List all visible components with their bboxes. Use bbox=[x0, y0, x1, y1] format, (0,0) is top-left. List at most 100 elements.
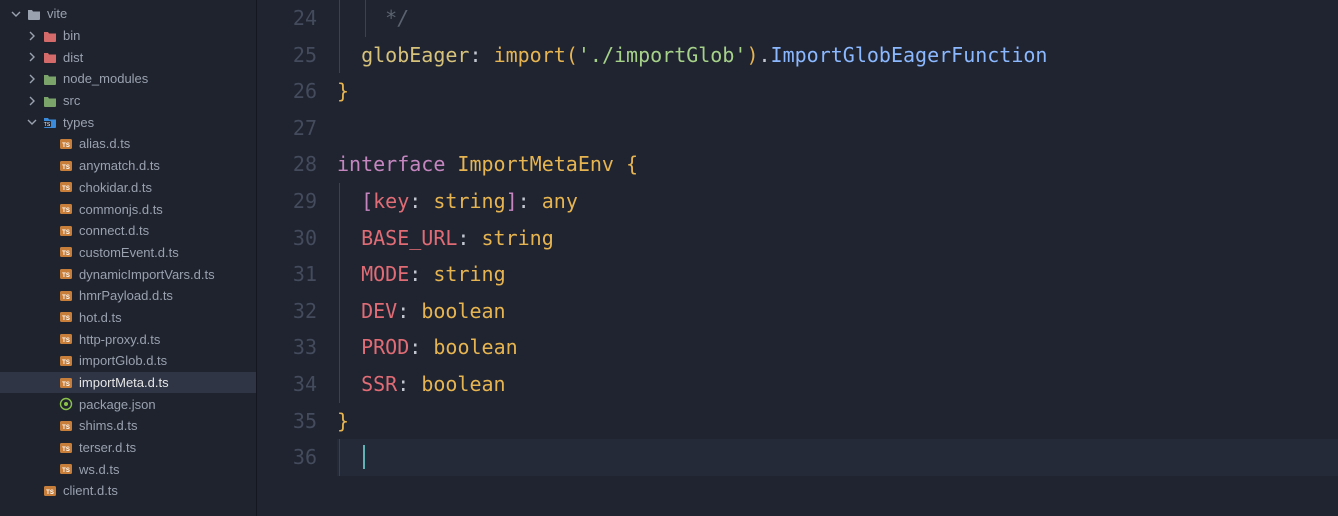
tree-item[interactable]: TSclient.d.ts bbox=[0, 480, 256, 502]
chevron-down-icon[interactable] bbox=[10, 8, 22, 20]
tree-item-label: types bbox=[63, 115, 94, 130]
line-number: 29 bbox=[257, 183, 317, 220]
tree-item-label: importMeta.d.ts bbox=[79, 375, 169, 390]
code-line[interactable]: interface ImportMetaEnv { bbox=[337, 146, 1338, 183]
ts-icon: TS bbox=[58, 223, 74, 239]
tree-item[interactable]: TS anymatch.d.ts bbox=[0, 155, 256, 177]
tree-item-label: package.json bbox=[79, 397, 156, 412]
folder-icon bbox=[42, 49, 58, 65]
tree-item[interactable]: TShttp-proxy.d.ts bbox=[0, 328, 256, 350]
ts-icon: TS bbox=[58, 440, 74, 456]
tree-item[interactable]: TSalias.d.ts bbox=[0, 133, 256, 155]
chevron-right-icon[interactable] bbox=[26, 51, 38, 63]
code-line[interactable]: BASE_URL: string bbox=[337, 220, 1338, 257]
tree-item[interactable]: TS hot.d.ts bbox=[0, 307, 256, 329]
ts-icon: TS bbox=[58, 353, 74, 369]
tree-item[interactable]: TS chokidar.d.ts bbox=[0, 177, 256, 199]
line-number: 36 bbox=[257, 439, 317, 476]
folder-icon bbox=[42, 93, 58, 109]
tree-item[interactable]: TS shims.d.ts bbox=[0, 415, 256, 437]
code-line[interactable]: [key: string]: any bbox=[337, 183, 1338, 220]
chevron-none bbox=[42, 420, 54, 432]
tree-item-label: node_modules bbox=[63, 71, 148, 86]
tree-item[interactable]: vite bbox=[0, 3, 256, 25]
svg-text:TS: TS bbox=[62, 295, 70, 301]
tree-item[interactable]: TS types bbox=[0, 111, 256, 133]
code-line[interactable]: } bbox=[337, 403, 1338, 440]
code-text: PROD: boolean bbox=[337, 335, 518, 359]
chevron-none bbox=[42, 203, 54, 215]
code-line[interactable]: MODE: string bbox=[337, 256, 1338, 293]
svg-text:TS: TS bbox=[62, 360, 70, 366]
tree-item-label: alias.d.ts bbox=[79, 136, 130, 151]
ts-icon: TS bbox=[58, 158, 74, 174]
tree-item-label: chokidar.d.ts bbox=[79, 180, 152, 195]
tree-item[interactable]: src bbox=[0, 90, 256, 112]
ts-icon: TS bbox=[58, 331, 74, 347]
code-line[interactable]: SSR: boolean bbox=[337, 366, 1338, 403]
line-number: 28 bbox=[257, 146, 317, 183]
ts-icon: TS bbox=[58, 179, 74, 195]
tree-item[interactable]: dist bbox=[0, 46, 256, 68]
tree-item-label: shims.d.ts bbox=[79, 418, 138, 433]
tree-item[interactable]: node_modules bbox=[0, 68, 256, 90]
ts-icon: TS bbox=[58, 461, 74, 477]
chevron-none bbox=[42, 246, 54, 258]
chevron-right-icon[interactable] bbox=[26, 95, 38, 107]
code-line[interactable]: PROD: boolean bbox=[337, 329, 1338, 366]
svg-text:TS: TS bbox=[62, 382, 70, 388]
code-text bbox=[337, 445, 361, 469]
tree-item[interactable]: TSconnect.d.ts bbox=[0, 220, 256, 242]
chevron-none bbox=[42, 355, 54, 367]
tree-item-label: anymatch.d.ts bbox=[79, 158, 160, 173]
svg-text:TS: TS bbox=[62, 251, 70, 257]
tree-item-label: customEvent.d.ts bbox=[79, 245, 179, 260]
tree-item[interactable]: TSdynamicImportVars.d.ts bbox=[0, 263, 256, 285]
json-icon bbox=[58, 396, 74, 412]
tree-item[interactable]: TSterser.d.ts bbox=[0, 437, 256, 459]
chevron-none bbox=[42, 442, 54, 454]
ts-icon: TS bbox=[58, 244, 74, 260]
tree-item[interactable]: TSimportGlob.d.ts bbox=[0, 350, 256, 372]
tree-item[interactable]: bin bbox=[0, 25, 256, 47]
line-number: 27 bbox=[257, 110, 317, 147]
code-editor[interactable]: 24252627282930313233343536 */ globEager:… bbox=[257, 0, 1338, 516]
folder-open-icon bbox=[26, 6, 42, 22]
tree-item[interactable]: package.json bbox=[0, 393, 256, 415]
code-line[interactable]: } bbox=[337, 73, 1338, 110]
ts-icon: TS bbox=[58, 201, 74, 217]
chevron-none bbox=[42, 311, 54, 323]
tree-item-label: ws.d.ts bbox=[79, 462, 119, 477]
text-cursor bbox=[363, 445, 365, 469]
tree-item[interactable]: TScommonjs.d.ts bbox=[0, 198, 256, 220]
file-tree[interactable]: vitebindistnode_modulessrcTStypesTSalias… bbox=[0, 0, 257, 516]
svg-text:TS: TS bbox=[62, 338, 70, 344]
chevron-none bbox=[42, 290, 54, 302]
svg-text:TS: TS bbox=[62, 468, 70, 474]
svg-text:TS: TS bbox=[62, 316, 70, 322]
code-text: DEV: boolean bbox=[337, 299, 506, 323]
code-line[interactable] bbox=[337, 439, 1338, 476]
chevron-none bbox=[42, 268, 54, 280]
code-line[interactable] bbox=[337, 110, 1338, 147]
folder-ts-icon: TS bbox=[42, 114, 58, 130]
tree-item[interactable]: TS customEvent.d.ts bbox=[0, 242, 256, 264]
svg-text:TS: TS bbox=[62, 230, 70, 236]
code-line[interactable]: */ bbox=[337, 0, 1338, 37]
tree-item[interactable]: TS importMeta.d.ts bbox=[0, 372, 256, 394]
code-text: } bbox=[337, 409, 349, 433]
code-line[interactable]: DEV: boolean bbox=[337, 293, 1338, 330]
code-area[interactable]: */ globEager: import('./importGlob').Imp… bbox=[337, 0, 1338, 516]
chevron-none bbox=[42, 333, 54, 345]
svg-text:TS: TS bbox=[62, 425, 70, 431]
chevron-right-icon[interactable] bbox=[26, 73, 38, 85]
tree-item-label: client.d.ts bbox=[63, 483, 118, 498]
tree-item-label: hot.d.ts bbox=[79, 310, 122, 325]
tree-item[interactable]: TShmrPayload.d.ts bbox=[0, 285, 256, 307]
chevron-down-icon[interactable] bbox=[26, 116, 38, 128]
line-number: 33 bbox=[257, 329, 317, 366]
tree-item[interactable]: TS ws.d.ts bbox=[0, 458, 256, 480]
code-text: [key: string]: any bbox=[337, 189, 578, 213]
code-line[interactable]: globEager: import('./importGlob').Import… bbox=[337, 37, 1338, 74]
chevron-right-icon[interactable] bbox=[26, 30, 38, 42]
